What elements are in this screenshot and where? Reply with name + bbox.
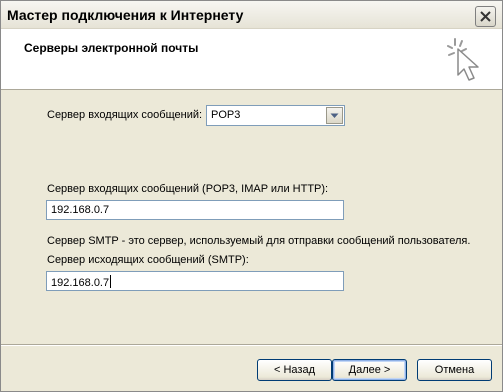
wizard-cursor-icon — [447, 38, 479, 81]
wizard-header: Серверы электронной почты — [1, 29, 502, 90]
incoming-server-value: 192.168.0.7 — [51, 204, 110, 216]
title-bar[interactable]: Мастер подключения к Интернету — [1, 1, 502, 29]
text-caret — [110, 275, 112, 288]
outgoing-server-input[interactable]: 192.168.0.7 — [46, 271, 344, 291]
incoming-type-select[interactable]: POP3 — [206, 105, 345, 126]
page-title: Серверы электронной почты — [24, 41, 199, 55]
window-title: Мастер подключения к Интернету — [7, 7, 244, 23]
back-button[interactable]: < Назад — [257, 359, 332, 381]
chevron-down-icon — [330, 113, 339, 118]
wizard-window: Мастер подключения к Интернету Серверы э… — [0, 0, 503, 392]
outgoing-server-value: 192.168.0.7 — [51, 277, 110, 289]
footer-divider — [1, 344, 502, 346]
incoming-server-input[interactable]: 192.168.0.7 — [46, 200, 344, 220]
incoming-type-label: Сервер входящих сообщений: — [47, 109, 203, 121]
outgoing-server-value-wrap: 192.168.0.7 — [51, 275, 112, 289]
incoming-server-label: Сервер входящих сообщений (POP3, IMAP ил… — [47, 183, 329, 195]
smtp-note: Сервер SMTP - это сервер, используемый д… — [47, 235, 471, 247]
close-icon — [480, 11, 491, 22]
incoming-type-value: POP3 — [211, 109, 241, 121]
outgoing-server-label: Сервер исходящих сообщений (SMTP): — [47, 254, 249, 266]
cancel-button[interactable]: Отмена — [417, 359, 492, 381]
close-button[interactable] — [475, 6, 496, 27]
dropdown-button[interactable] — [326, 107, 343, 124]
next-button[interactable]: Далее > — [332, 359, 407, 381]
